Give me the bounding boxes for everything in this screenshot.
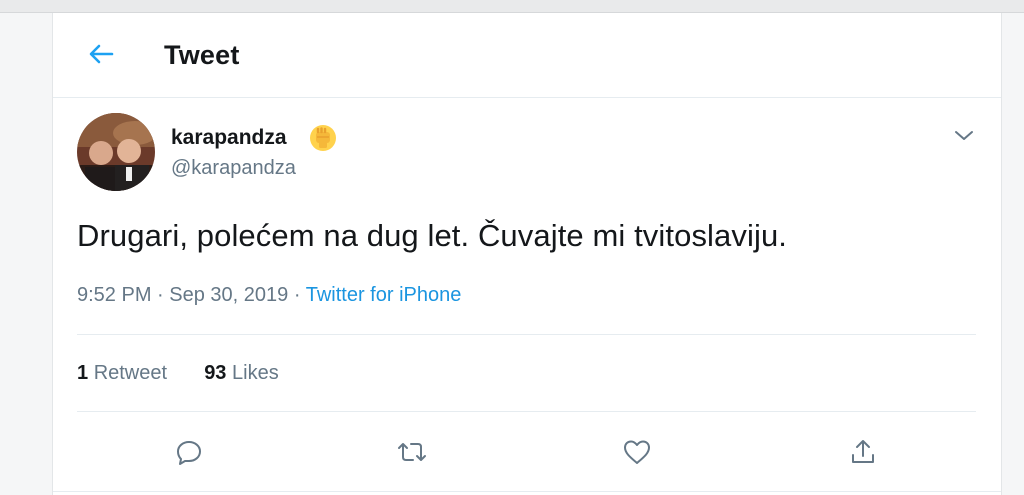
tweet-source-link[interactable]: Twitter for iPhone xyxy=(306,284,462,306)
divider xyxy=(53,491,1001,492)
meta-separator: · xyxy=(293,284,301,306)
retweet-button[interactable] xyxy=(395,435,429,469)
tweet-panel: Tweet karapandza @karapandza Drugari, po… xyxy=(52,13,1002,495)
retweets-stat[interactable]: 1 Retweet xyxy=(77,362,167,384)
retweets-count: 1 xyxy=(77,362,89,384)
retweet-icon xyxy=(398,443,426,461)
reply-icon xyxy=(177,441,201,465)
page-header: Tweet xyxy=(53,13,1001,98)
likes-stat[interactable]: 93 Likes xyxy=(204,362,279,384)
page-title: Tweet xyxy=(164,40,240,70)
like-button[interactable] xyxy=(620,435,654,469)
tweet-actions xyxy=(53,429,1001,479)
likes-label: Likes xyxy=(232,362,279,384)
raised-fist-emoji-icon xyxy=(308,123,338,153)
share-button[interactable] xyxy=(846,435,880,469)
avatar[interactable] xyxy=(77,113,155,191)
retweets-label: Retweet xyxy=(93,362,168,384)
tweet-text: Drugari, polećem na dug let. Čuvajte mi … xyxy=(77,218,788,253)
back-button[interactable] xyxy=(87,40,115,68)
tweet-metadata: 9:52 PM · Sep 30, 2019 · Twitter for iPh… xyxy=(77,284,461,307)
user-handle[interactable]: @karapandza xyxy=(171,157,296,180)
share-icon xyxy=(852,440,874,463)
tweet-menu-button[interactable] xyxy=(952,123,976,147)
tweet-time[interactable]: 9:52 PM xyxy=(77,284,151,306)
like-icon xyxy=(624,440,650,464)
chevron-down-icon xyxy=(955,131,973,140)
reply-button[interactable] xyxy=(172,435,206,469)
display-name[interactable]: karapandza xyxy=(171,126,287,150)
browser-top-strip xyxy=(0,0,1024,13)
tweet-stats: 1 Retweet 93 Likes xyxy=(77,362,279,385)
arrow-left-icon xyxy=(89,44,114,64)
divider xyxy=(77,411,976,412)
tweet-date[interactable]: Sep 30, 2019 xyxy=(169,284,288,306)
divider xyxy=(77,334,976,335)
likes-count: 93 xyxy=(204,362,227,384)
meta-separator: · xyxy=(157,284,164,306)
